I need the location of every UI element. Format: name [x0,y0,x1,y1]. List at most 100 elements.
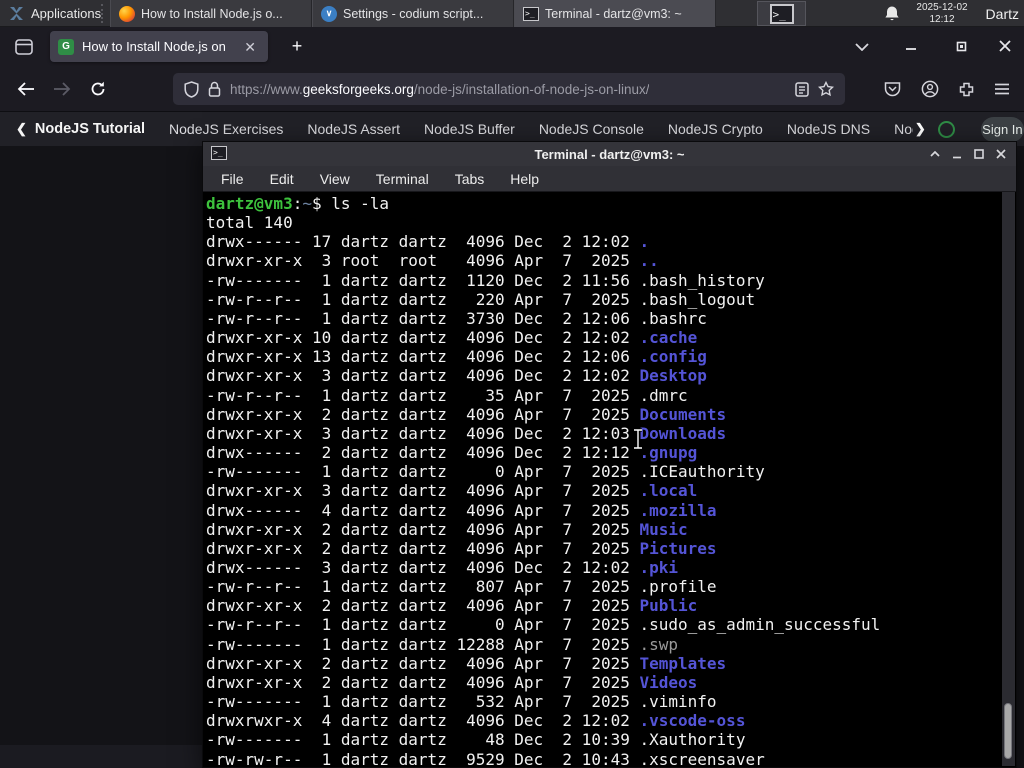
file-name: Videos [639,672,698,692]
terminal-line: drwxrwxr-x 4 dartz dartz 4096 Dec 2 12:0… [206,711,746,731]
terminal-line: -rw-rw-r-- 1 dartz dartz 9529 Dec 2 10:4… [206,749,765,767]
file-name: .swp [639,634,679,654]
extensions-icon[interactable] [952,75,980,103]
task-button-firefox[interactable]: How to Install Node.js o... [110,0,312,27]
terminal-menubar: File Edit View Terminal Tabs Help [203,166,1016,192]
terminal-scrollbar[interactable] [1002,192,1015,766]
account-icon[interactable] [916,75,944,103]
file-name: Music [639,519,688,539]
menu-hamburger-icon[interactable] [988,75,1016,103]
terminal-launcher-button[interactable]: >_ [757,1,806,26]
terminal-titlebar[interactable]: >_ Terminal - dartz@vm3: ~ [203,142,1016,166]
search-icon[interactable] [937,120,955,138]
sign-in-button[interactable]: Sign In [980,116,1024,142]
browser-maximize-button[interactable] [948,33,974,59]
list-all-tabs-chevron-icon[interactable] [850,35,874,59]
file-name: .profile [639,577,717,597]
forward-icon[interactable] [48,75,76,103]
firefox-view-icon[interactable] [10,33,38,61]
terminal-line: drwx------ 3 dartz dartz 4096 Dec 2 12:0… [206,557,679,577]
nav-link-buffer[interactable]: NodeJS Buffer [424,121,515,137]
terminal-line: -rw------- 1 dartz dartz 48 Dec 2 10:39 … [206,730,746,750]
menu-terminal[interactable]: Terminal [376,171,429,187]
file-name: .sudo_as_admin_successful [639,615,881,635]
task-title: Settings - codium script... [343,6,484,21]
terminal-line: drwxr-xr-x 2 dartz dartz 4096 Apr 7 2025… [206,519,688,539]
nav-link-console[interactable]: NodeJS Console [539,121,644,137]
browser-close-button[interactable] [992,33,1018,59]
menu-tabs[interactable]: Tabs [455,171,485,187]
terminal-shade-button[interactable] [924,142,946,166]
nav-back-chevron-icon[interactable]: ❮ [16,121,27,137]
menu-file[interactable]: File [221,171,244,187]
reader-mode-icon[interactable] [795,81,809,97]
nav-link-crypto[interactable]: NodeJS Crypto [668,121,763,137]
applications-label: Applications [31,6,102,21]
terminal-line: drwx------ 4 dartz dartz 4096 Apr 7 2025… [206,500,717,520]
file-name: .bash_history [639,270,765,290]
terminal-line: -rw------- 1 dartz dartz 12288 Apr 7 202… [206,634,679,654]
applications-menu-button[interactable]: Applications [0,0,109,27]
pocket-icon[interactable] [878,75,906,103]
reload-icon[interactable] [84,75,112,103]
terminal-close-button[interactable] [990,142,1012,166]
menu-help[interactable]: Help [510,171,539,187]
panel-clock[interactable]: 2025-12-02 12:12 [908,2,976,26]
nav-link-dns[interactable]: NodeJS DNS [787,121,870,137]
file-name: . [639,232,650,252]
terminal-minimize-button[interactable] [946,142,968,166]
terminal-scrollbar-thumb[interactable] [1004,703,1012,759]
nav-link-assert[interactable]: NodeJS Assert [307,121,400,137]
file-name: Pictures [639,538,717,558]
terminal-line: -rw------- 1 dartz dartz 1120 Dec 2 11:5… [206,270,765,290]
url-bar[interactable]: https://www.geeksforgeeks.org/node-js/in… [173,73,845,105]
file-name: .gnupg [639,443,698,463]
file-name: .bash_logout [639,289,756,309]
terminal-line: drwxr-xr-x 3 root root 4096 Apr 7 2025 .… [206,251,659,271]
browser-minimize-button[interactable] [898,33,924,59]
codium-icon: ∨ [321,5,337,22]
navigation-toolbar: https://www.geeksforgeeks.org/node-js/in… [0,66,1024,112]
terminal-line: drwx------ 17 dartz dartz 4096 Dec 2 12:… [206,232,650,252]
terminal-line: -rw-r--r-- 1 dartz dartz 807 Apr 7 2025 … [206,577,717,597]
terminal-line: drwxr-xr-x 3 dartz dartz 4096 Dec 2 12:0… [206,423,727,443]
user-name: Dartz [985,5,1019,22]
file-name: .mozilla [639,500,717,520]
nav-more-chevron-icon[interactable]: ❯ [915,121,926,137]
file-name: Templates [639,653,727,673]
file-name: .dmrc [639,385,688,405]
file-name: .Xauthority [639,730,746,750]
terminal-icon: >_ [211,146,227,160]
file-name: Desktop [639,366,707,386]
menu-view[interactable]: View [320,171,350,187]
new-tab-button[interactable]: + [284,35,310,59]
lock-icon[interactable] [208,81,221,97]
page-footer-strip [0,745,202,768]
top-panel: Applications How to Install Node.js o...… [0,0,1024,27]
tab-title: How to Install Node.js on [82,39,226,54]
tab-close-icon[interactable]: ✕ [240,38,260,56]
nav-link-tutorial[interactable]: NodeJS Tutorial [35,121,145,137]
terminal-line: -rw-r--r-- 1 dartz dartz 0 Apr 7 2025 .s… [206,615,881,635]
terminal-line: -rw------- 1 dartz dartz 0 Apr 7 2025 .I… [206,462,765,482]
browser-tab[interactable]: G How to Install Node.js on ✕ [50,31,268,62]
terminal-line: drwxr-xr-x 2 dartz dartz 4096 Apr 7 2025… [206,653,727,673]
terminal-title: Terminal - dartz@vm3: ~ [534,146,685,162]
back-icon[interactable] [12,75,40,103]
terminal-line: drwxr-xr-x 2 dartz dartz 4096 Apr 7 2025… [206,596,698,616]
task-button-codium[interactable]: ∨ Settings - codium script... [312,0,514,27]
user-menu-button[interactable]: Dartz [986,0,1019,27]
terminal-line: drwxr-xr-x 2 dartz dartz 4096 Apr 7 2025… [206,672,698,692]
task-button-terminal[interactable]: >_ Terminal - dartz@vm3: ~ [514,0,716,27]
terminal-output[interactable]: dartz@vm3:~$ ls -la total 140 drwx------… [204,192,1002,767]
terminal-maximize-button[interactable] [968,142,990,166]
file-name: .. [639,251,659,271]
nav-link-exercises[interactable]: NodeJS Exercises [169,121,283,137]
terminal-line: drwxr-xr-x 10 dartz dartz 4096 Dec 2 12:… [206,328,698,348]
menu-edit[interactable]: Edit [270,171,294,187]
terminal-line: -rw------- 1 dartz dartz 532 Apr 7 2025 … [206,692,717,712]
nav-link-truncated[interactable]: Node [894,121,913,137]
shield-icon[interactable] [184,80,199,98]
notification-bell-icon[interactable] [882,4,902,24]
bookmark-star-icon[interactable] [818,81,834,97]
